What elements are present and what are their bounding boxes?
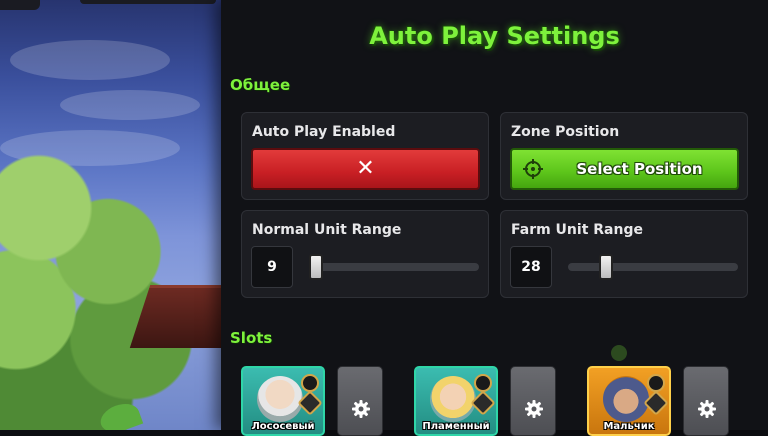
close-icon: ✕ <box>356 156 375 181</box>
slot-unit-card[interactable]: Лососевый <box>241 366 325 436</box>
normal-unit-range-card: Normal Unit Range 9 <box>241 210 489 298</box>
panel-title: Auto Play Settings <box>369 22 620 50</box>
slot-unit-card[interactable]: Пламенный <box>414 366 498 436</box>
slot-unit-name: Пламенный <box>422 421 490 432</box>
auto-play-card: Auto Play Enabled ✕ <box>241 112 489 200</box>
gear-icon <box>525 400 543 418</box>
slot-unit-name: Мальчик <box>603 421 655 432</box>
hud-corner <box>0 0 40 10</box>
zone-position-label: Zone Position <box>511 124 620 140</box>
unit-portrait <box>603 376 649 422</box>
cloud <box>10 40 170 80</box>
unit-portrait <box>430 376 476 422</box>
select-position-button[interactable]: Select Position <box>510 148 739 190</box>
cloud <box>60 90 200 120</box>
normal-unit-range-slider-thumb[interactable] <box>309 254 323 280</box>
auto-play-toggle-button[interactable]: ✕ <box>251 148 480 190</box>
auto-play-label: Auto Play Enabled <box>252 124 396 140</box>
normal-unit-range-input[interactable]: 9 <box>251 246 293 288</box>
select-position-label: Select Position <box>576 160 703 178</box>
background-status-icon <box>611 345 627 361</box>
slot-unit-card[interactable]: Мальчик <box>587 366 671 436</box>
gear-icon <box>698 400 716 418</box>
slot-unit-name: Лососевый <box>251 421 315 432</box>
normal-unit-range-label: Normal Unit Range <box>252 222 402 238</box>
crosshair-icon <box>523 159 543 179</box>
zone-position-card: Zone Position Select Position <box>500 112 748 200</box>
hud-top-bar <box>80 0 216 4</box>
unit-portrait <box>257 376 303 422</box>
slot-settings-button[interactable] <box>510 366 556 436</box>
slot-settings-button[interactable] <box>683 366 729 436</box>
normal-unit-range-slider[interactable] <box>309 254 479 280</box>
element-icon <box>474 374 492 392</box>
gear-icon <box>352 400 370 418</box>
farm-unit-range-card: Farm Unit Range 28 <box>500 210 748 298</box>
slot-settings-button[interactable] <box>337 366 383 436</box>
element-icon <box>301 374 319 392</box>
auto-play-settings-panel: Auto Play Settings Общее Auto Play Enabl… <box>221 0 768 436</box>
farm-unit-range-slider[interactable] <box>568 254 738 280</box>
element-icon <box>647 374 665 392</box>
section-general-label: Общее <box>230 76 291 94</box>
farm-unit-range-slider-thumb[interactable] <box>599 254 614 280</box>
farm-unit-range-input[interactable]: 28 <box>510 246 552 288</box>
farm-unit-range-label: Farm Unit Range <box>511 222 643 238</box>
section-slots-label: Slots <box>230 329 273 347</box>
